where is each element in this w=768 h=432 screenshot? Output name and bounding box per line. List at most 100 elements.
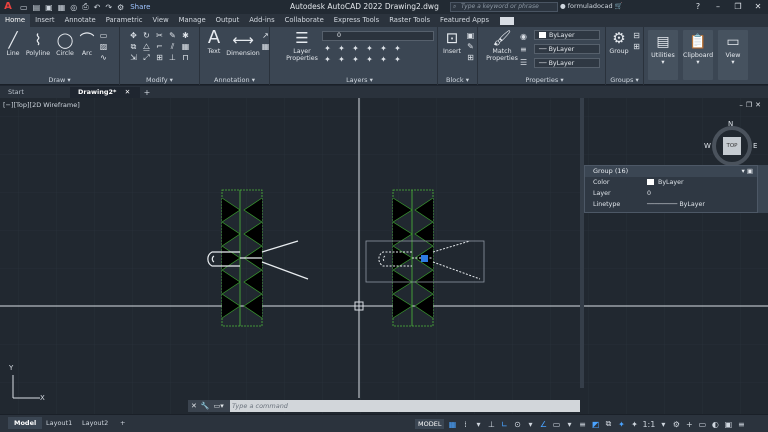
edit-block-icon[interactable]: ✎	[465, 42, 476, 51]
file-tab-drawing[interactable]: Drawing2* ✕	[70, 87, 140, 98]
color-dropdown[interactable]: ByLayer	[534, 30, 600, 40]
save-icon[interactable]: ▣	[45, 3, 53, 12]
leader-icon[interactable]: ↗	[260, 31, 271, 40]
hatch-icon[interactable]: ▨	[98, 42, 109, 51]
layer-uniso-icon[interactable]: ✦	[364, 55, 375, 64]
annotation-visibility-icon[interactable]: ✦	[616, 420, 626, 429]
tab-add-ins[interactable]: Add-ins	[244, 14, 279, 27]
tab-express-tools[interactable]: Express Tools	[329, 14, 384, 27]
share-button[interactable]: Share	[130, 3, 150, 11]
lineweight-icon[interactable]: ≡	[520, 45, 527, 54]
polar-icon[interactable]: ⊙	[512, 420, 522, 429]
search-input[interactable]: ⌕ Type a keyword or phrase	[450, 2, 558, 12]
new-layout-icon[interactable]: +	[114, 417, 131, 429]
match-properties-button[interactable]: 🖌 Match Properties	[486, 29, 518, 62]
text-button[interactable]: A Text	[204, 29, 224, 56]
fillet-icon[interactable]: ⌐	[154, 42, 165, 51]
workspace-switch-icon[interactable]: ⚙	[671, 420, 681, 429]
minimize-icon[interactable]: –	[708, 0, 728, 14]
rectangle-icon[interactable]: ▭	[98, 31, 109, 40]
tab-parametric[interactable]: Parametric	[101, 14, 148, 27]
recent-cmd-icon[interactable]: ▭▾	[214, 400, 224, 412]
viewport-controls-label[interactable]: [−][Top][2D Wireframe]	[3, 101, 80, 109]
tab-view[interactable]: View	[148, 14, 174, 27]
open-icon[interactable]: ▤	[33, 3, 41, 12]
clipboard-button[interactable]: 📋 Clipboard ▾	[683, 30, 713, 80]
line-button[interactable]: ╱ Line	[3, 31, 23, 57]
workspace-icon[interactable]: ⚙	[117, 3, 124, 12]
command-input[interactable]: Type a command	[232, 402, 288, 410]
selection-cycling-icon[interactable]: ⧉	[603, 419, 613, 429]
vp-close-icon[interactable]: ✕	[755, 101, 764, 109]
layer-freeze-icon[interactable]: ✦	[336, 44, 347, 53]
layout-tab-model[interactable]: Model	[8, 417, 43, 429]
stretch-icon[interactable]: ⇲	[128, 53, 139, 62]
trim-icon[interactable]: ✂	[154, 31, 165, 40]
layer-unlock-icon[interactable]: ✦	[350, 55, 361, 64]
file-tab-start[interactable]: Start	[0, 87, 70, 98]
close-cmd-icon[interactable]: ✕	[191, 400, 197, 412]
osnap-dropdown-icon[interactable]: ▾	[564, 420, 574, 429]
autocad-logo-icon[interactable]: A	[0, 0, 16, 14]
tab-annotate[interactable]: Annotate	[60, 14, 101, 27]
table-icon[interactable]: ▦	[260, 42, 271, 51]
ribbon-toggle-icon[interactable]	[500, 16, 515, 25]
restore-icon[interactable]: ❐	[728, 0, 748, 14]
model-space-button[interactable]: MODEL	[415, 419, 445, 429]
linetype-icon[interactable]: ☰	[520, 58, 527, 67]
save-as-icon[interactable]: ▦	[58, 3, 66, 12]
view-cube-east[interactable]: E	[753, 142, 757, 150]
property-row-color[interactable]: Color ByLayer	[585, 177, 757, 188]
tab-manage[interactable]: Manage	[174, 14, 211, 27]
layout-tab-layout2[interactable]: Layout2	[76, 417, 114, 429]
draw-panel-title[interactable]: Draw ▾	[0, 76, 119, 84]
osnap-icon[interactable]: ▭	[551, 420, 561, 429]
annotation-monitor-icon[interactable]: +	[684, 420, 694, 429]
polyline-button[interactable]: ⌇ Polyline	[24, 31, 52, 57]
create-block-icon[interactable]: ▣	[465, 31, 476, 40]
join-icon[interactable]: ⊓	[180, 53, 191, 62]
layer-match-icon[interactable]: ✦	[378, 44, 389, 53]
transparency-icon[interactable]: ◩	[590, 420, 600, 429]
customize-cmd-icon[interactable]: 🔧	[201, 400, 210, 412]
mirror-icon[interactable]: ⧋	[141, 42, 152, 51]
layout-tab-layout1[interactable]: Layout1	[40, 417, 78, 429]
ortho-icon[interactable]: ∟	[499, 420, 509, 429]
utilities-button[interactable]: ▤ Utilities ▾	[648, 30, 678, 80]
erase-icon[interactable]: ✎	[167, 31, 178, 40]
new-tab-icon[interactable]: +	[140, 87, 154, 98]
clean-screen-icon[interactable]: ▣	[723, 420, 733, 429]
palette-side-bar[interactable]	[758, 165, 768, 213]
lineweight-icon[interactable]: ≡	[577, 420, 587, 429]
layer-properties-button[interactable]: ☰ Layer Properties	[284, 29, 320, 62]
spline-icon[interactable]: ∿	[98, 53, 109, 62]
view-cube[interactable]: TOP N W E	[704, 120, 757, 166]
view-button[interactable]: ▭ View ▾	[718, 30, 748, 80]
tab-collaborate[interactable]: Collaborate	[280, 14, 329, 27]
move-icon[interactable]: ✥	[128, 31, 139, 40]
ungroup-icon[interactable]: ⊟	[631, 31, 642, 40]
lineweight-dropdown[interactable]: ── ByLayer	[534, 44, 600, 54]
arc-button[interactable]: ⌒ Arc	[78, 31, 96, 57]
autoscale-icon[interactable]: ✦	[629, 420, 639, 429]
cart-icon[interactable]: 🛒	[615, 2, 623, 10]
rect-array-icon[interactable]: ⊞	[154, 53, 165, 62]
tab-insert[interactable]: Insert	[30, 14, 60, 27]
group-grip[interactable]	[421, 255, 428, 262]
snap-icon[interactable]: ⁞	[460, 420, 470, 429]
layer-on-icon[interactable]: ✦	[322, 44, 333, 53]
dimension-button[interactable]: ⟷ Dimension	[226, 31, 260, 57]
view-cube-north[interactable]: N	[728, 120, 733, 128]
help-icon[interactable]: ?	[688, 0, 708, 14]
polar-dropdown-icon[interactable]: ▾	[525, 420, 535, 429]
vp-restore-icon[interactable]: ❐	[746, 101, 755, 109]
layer-walk-icon[interactable]: ✦	[392, 44, 403, 53]
close-icon[interactable]: ✕	[748, 0, 768, 14]
dynamic-input-icon[interactable]: ⊥	[486, 420, 496, 429]
scale-dropdown-icon[interactable]: ▾	[658, 420, 668, 429]
layers-panel-title[interactable]: Layers ▾	[282, 76, 437, 84]
view-cube-west[interactable]: W	[704, 142, 711, 150]
group-button[interactable]: ⚙ Group	[608, 29, 630, 55]
insert-button[interactable]: ⊡ Insert	[440, 29, 464, 55]
units-icon[interactable]: ▭	[697, 420, 707, 429]
